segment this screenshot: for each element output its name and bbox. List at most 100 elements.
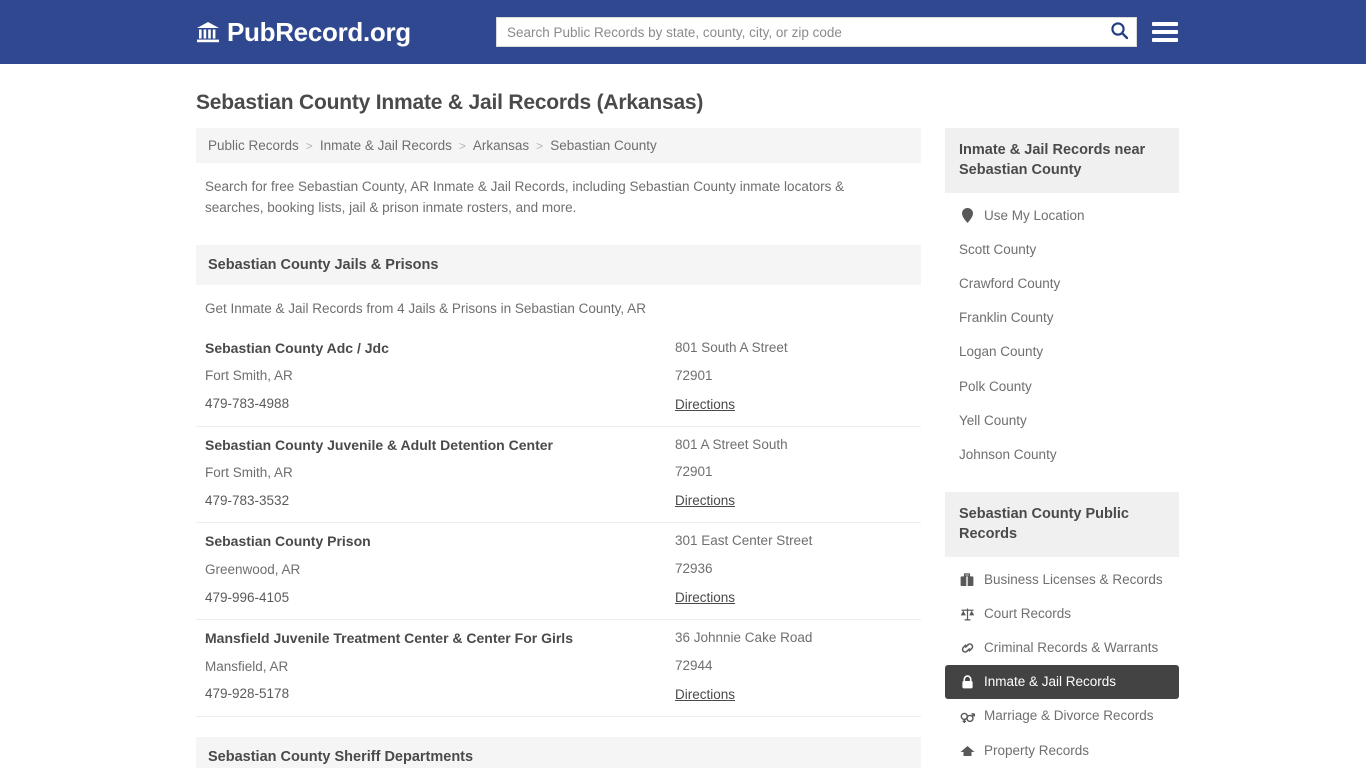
facility-city-state: Greenwood, AR — [205, 561, 301, 577]
house-icon — [959, 745, 975, 757]
sidebar-item-scott-county[interactable]: Scott County — [945, 233, 1179, 267]
facility-phone: 479-996-4105 — [205, 589, 290, 605]
sidebar-item-use-my-location[interactable]: Use My Location — [945, 199, 1179, 233]
facility-zip: 72936 — [675, 561, 713, 577]
facility-phone: 479-928-5178 — [205, 686, 290, 702]
map-pin-icon — [959, 208, 975, 224]
sidebar-item-label: Crawford County — [959, 275, 1061, 291]
entry-secondary: 301 East Center Street 72936 Directions — [675, 533, 912, 607]
entry-primary: Sebastian County Juvenile & Adult Detent… — [205, 437, 675, 511]
sidebar-item-franklin-county[interactable]: Franklin County — [945, 301, 1179, 335]
sidebar-item-marriage-divorce-records[interactable]: Marriage & Divorce Records — [945, 699, 1179, 733]
site-header: PubRecord.org — [0, 0, 1366, 64]
facility-name[interactable]: Sebastian County Juvenile & Adult Detent… — [205, 437, 675, 455]
facility-zip: 72901 — [675, 367, 713, 383]
facility-phone: 479-783-4988 — [205, 396, 290, 412]
breadcrumb-separator: > — [458, 138, 466, 153]
facility-name[interactable]: Mansfield Juvenile Treatment Center & Ce… — [205, 630, 675, 648]
sidebar-heading-nearby: Inmate & Jail Records near Sebastian Cou… — [945, 128, 1179, 193]
facility-phone: 479-783-3532 — [205, 492, 290, 508]
main-content: Public Records > Inmate & Jail Records >… — [196, 128, 921, 768]
sidebar-item-criminal-records[interactable]: Criminal Records & Warrants — [945, 631, 1179, 665]
sidebar-item-label: Polk County — [959, 378, 1032, 394]
sidebar-nearby-list: Use My Location Scott County Crawford Co… — [945, 193, 1179, 473]
scales-of-justice-icon — [959, 607, 975, 621]
facility-address: 301 East Center Street — [675, 533, 813, 549]
entry-secondary: 801 South A Street 72901 Directions — [675, 340, 912, 414]
breadcrumb-item-public-records[interactable]: Public Records — [208, 138, 299, 153]
sidebar: Inmate & Jail Records near Sebastian Cou… — [945, 128, 1179, 768]
breadcrumb-separator: > — [536, 138, 544, 153]
logo-text: PubRecord.org — [227, 16, 411, 47]
sidebar-item-yell-county[interactable]: Yell County — [945, 404, 1179, 438]
site-logo[interactable]: PubRecord.org — [196, 17, 411, 48]
page-intro-text: Search for free Sebastian County, AR Inm… — [205, 179, 845, 215]
sidebar-item-court-records[interactable]: Court Records — [945, 597, 1179, 631]
breadcrumb-item-arkansas[interactable]: Arkansas — [473, 138, 529, 153]
sidebar-item-property-records[interactable]: Property Records — [945, 734, 1179, 768]
table-row: Mansfield Juvenile Treatment Center & Ce… — [196, 620, 921, 717]
sidebar-item-label: Marriage & Divorce Records — [984, 708, 1154, 724]
bank-building-icon — [196, 21, 220, 43]
facility-zip: 72901 — [675, 464, 713, 480]
page-title: Sebastian County Inmate & Jail Records (… — [196, 91, 704, 114]
facility-name[interactable]: Sebastian County Prison — [205, 533, 675, 551]
sidebar-item-polk-county[interactable]: Polk County — [945, 370, 1179, 404]
sidebar-item-label: Court Records — [984, 605, 1072, 621]
sidebar-item-logan-county[interactable]: Logan County — [945, 335, 1179, 369]
facility-city-state: Fort Smith, AR — [205, 465, 293, 481]
breadcrumb-item-inmate-jail-records[interactable]: Inmate & Jail Records — [320, 138, 452, 153]
entry-primary: Mansfield Juvenile Treatment Center & Ce… — [205, 630, 675, 704]
facility-city-state: Fort Smith, AR — [205, 368, 293, 384]
table-row: Sebastian County Prison Greenwood, AR 47… — [196, 523, 921, 621]
hamburger-menu-icon[interactable] — [1150, 17, 1180, 47]
sidebar-item-business-licenses[interactable]: Business Licenses & Records — [945, 563, 1179, 597]
lock-icon — [959, 675, 975, 689]
directions-link[interactable]: Directions — [675, 687, 735, 702]
sidebar-item-inmate-jail-records[interactable]: Inmate & Jail Records — [945, 665, 1179, 700]
directions-link[interactable]: Directions — [675, 493, 735, 508]
facility-address: 36 Johnnie Cake Road — [675, 630, 813, 646]
entry-primary: Sebastian County Adc / Jdc Fort Smith, A… — [205, 340, 675, 414]
sidebar-item-label: Johnson County — [959, 446, 1057, 462]
facility-address: 801 South A Street — [675, 339, 788, 355]
sidebar-heading-public-records: Sebastian County Public Records — [945, 492, 1179, 557]
briefcase-icon — [959, 573, 975, 587]
table-row: Sebastian County Juvenile & Adult Detent… — [196, 427, 921, 524]
facility-address: 801 A Street South — [675, 436, 788, 452]
sidebar-public-records-list: Business Licenses & Records Court Record… — [945, 557, 1179, 768]
search-bar — [496, 17, 1137, 47]
sidebar-item-label: Scott County — [959, 241, 1037, 257]
search-icon — [1110, 21, 1129, 43]
entry-primary: Sebastian County Prison Greenwood, AR 47… — [205, 533, 675, 607]
directions-link[interactable]: Directions — [675, 397, 735, 412]
gender-symbols-icon — [959, 710, 975, 724]
section-heading-sheriff-departments: Sebastian County Sheriff Departments — [196, 736, 921, 768]
breadcrumb-item-sebastian-county[interactable]: Sebastian County — [550, 138, 657, 153]
breadcrumb-separator: > — [305, 138, 313, 153]
directions-link[interactable]: Directions — [675, 590, 735, 605]
entry-secondary: 36 Johnnie Cake Road 72944 Directions — [675, 630, 912, 704]
facility-zip: 72944 — [675, 657, 713, 673]
facility-name[interactable]: Sebastian County Adc / Jdc — [205, 340, 675, 358]
page-body: Sebastian County Inmate & Jail Records (… — [0, 91, 1366, 768]
search-input[interactable] — [497, 18, 1102, 46]
sidebar-item-label: Logan County — [959, 344, 1044, 360]
entry-secondary: 801 A Street South 72901 Directions — [675, 437, 912, 511]
sidebar-item-label: Use My Location — [984, 207, 1085, 223]
search-button[interactable] — [1102, 18, 1136, 46]
sidebar-item-label: Property Records — [984, 742, 1090, 758]
sidebar-item-crawford-county[interactable]: Crawford County — [945, 267, 1179, 301]
sidebar-item-label: Criminal Records & Warrants — [984, 640, 1159, 656]
table-row: Sebastian County Adc / Jdc Fort Smith, A… — [196, 330, 921, 427]
sidebar-item-johnson-county[interactable]: Johnson County — [945, 438, 1179, 472]
breadcrumb: Public Records > Inmate & Jail Records >… — [196, 128, 921, 163]
sidebar-item-label: Business Licenses & Records — [984, 571, 1163, 587]
section-heading-jails-prisons: Sebastian County Jails & Prisons — [196, 244, 921, 285]
sidebar-item-label: Inmate & Jail Records — [984, 674, 1117, 690]
section-subtitle-jails-prisons: Get Inmate & Jail Records from 4 Jails &… — [205, 300, 646, 316]
sidebar-item-label: Franklin County — [959, 310, 1054, 326]
handcuffs-icon — [959, 641, 975, 655]
facility-city-state: Mansfield, AR — [205, 658, 289, 674]
sidebar-item-label: Yell County — [959, 412, 1027, 428]
